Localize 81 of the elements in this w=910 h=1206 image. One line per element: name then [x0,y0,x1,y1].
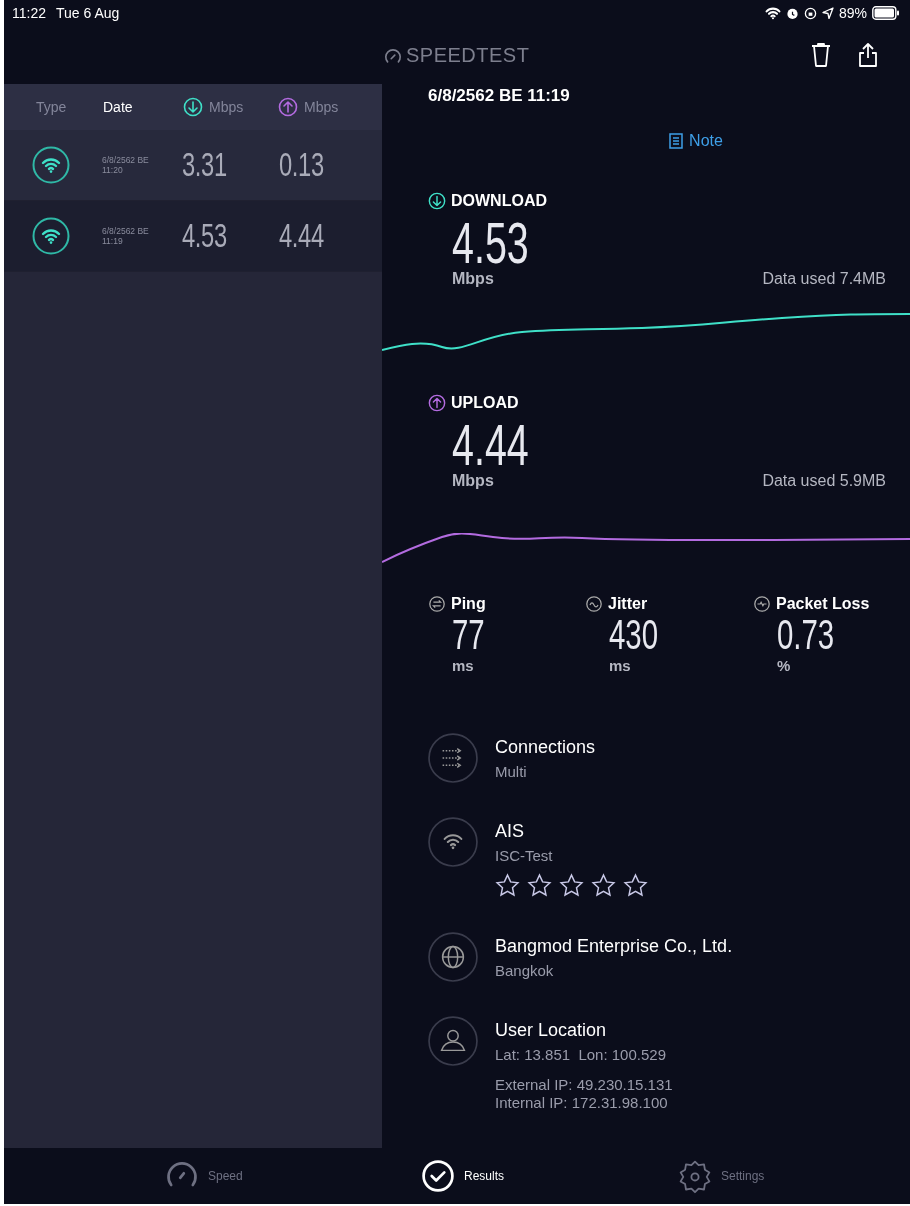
metric-label: Jitter [608,595,648,613]
speed-value: 4.44 [452,416,529,474]
result-row[interactable]: 6/8/2562 BE 11:20 3.31 0.13 [4,130,382,201]
speed-value: 4.53 [452,214,529,272]
delete-button[interactable] [810,42,832,68]
upload-speed: 4.44 [279,217,324,255]
info-detail: ISC-Test [495,847,554,864]
metric-value: 430 [609,613,659,658]
info-title: User Location [495,1020,608,1041]
upload-speed: 0.13 [279,146,324,184]
arrows-icon [428,733,478,783]
star-rating[interactable] [495,873,648,898]
speed-label: DOWNLOAD [451,192,547,210]
results-icon [420,1158,456,1194]
info-detail: Bangkok [495,962,555,979]
ping-icon [428,595,446,613]
wifi-icon [32,146,70,184]
info-title: Bangmod Enterprise Co., Ltd. [495,936,733,957]
star-icon[interactable] [591,873,616,898]
star-icon[interactable] [495,873,520,898]
result-date: 6/8/2562 BE [102,226,150,236]
wifi-icon [32,217,70,255]
download-speed: 3.31 [182,146,227,184]
share-button[interactable] [858,42,878,68]
info-detail: Multi [495,763,528,780]
star-icon[interactable] [623,873,648,898]
rotation-lock-icon [803,6,817,20]
result-date: 6/8/2562 BE [102,155,150,165]
status-time: 11:22 [12,5,46,21]
speed-label: UPLOAD [451,394,519,412]
battery-percent: 89% [838,5,867,21]
info-title: Connections [495,737,596,758]
download-speed: 4.53 [182,217,227,255]
result-row[interactable]: 6/8/2562 BE 11:19 4.53 4.44 [4,201,382,272]
share-icon [858,42,878,68]
info-detail: Lat: 13.851 Lon: 100.529 [495,1046,667,1063]
star-icon[interactable] [559,873,584,898]
metric-unit: ms [609,657,632,675]
globe-icon [428,932,478,982]
loss-icon [753,595,771,613]
column-header[interactable]: Date [103,99,133,115]
note-button[interactable]: Note [669,132,723,150]
status-date: Tue 6 Aug [56,5,120,21]
metric-value: 0.73 [777,613,835,658]
download-icon [428,192,446,210]
download-icon [183,97,203,117]
location-icon [821,7,834,19]
data-used: Data used 5.9MB [762,472,886,490]
app-logo: SPEEDTEST [406,44,530,67]
battery-icon [872,6,900,20]
wifi-icon [764,6,781,20]
person-icon [428,1016,478,1066]
speed-unit: Mbps [452,472,494,490]
tab[interactable]: Settings [591,1148,850,1204]
column-header[interactable]: Mbps [304,99,339,115]
data-used: Data used 7.4MB [762,270,886,288]
upload-icon [428,394,446,412]
tab[interactable]: Results [332,1148,592,1204]
tab[interactable]: Speed [74,1148,333,1204]
note-icon [669,133,684,149]
info-detail: Internal IP: 172.31.98.100 [495,1094,669,1111]
metric-label: Packet Loss [776,595,870,613]
speed-unit: Mbps [452,270,494,288]
trash-icon [810,42,832,68]
metric-unit: % [777,657,792,675]
info-detail: External IP: 49.230.15.131 [495,1076,673,1093]
metric-value: 77 [452,613,485,658]
result-time: 11:20 [102,165,124,175]
jitter-icon [585,595,603,613]
alarm-icon [785,6,799,20]
star-icon[interactable] [527,873,552,898]
gauge-icon [384,46,402,65]
upload-icon [278,97,298,117]
metric-unit: ms [452,657,475,675]
wifi-icon [428,817,478,867]
column-header[interactable]: Type [36,99,67,115]
result-time: 11:19 [102,236,124,246]
info-title: AIS [495,821,525,842]
test-datetime: 6/8/2562 BE 11:19 [428,86,571,107]
column-header[interactable]: Mbps [209,99,244,115]
metric-label: Ping [451,595,486,613]
